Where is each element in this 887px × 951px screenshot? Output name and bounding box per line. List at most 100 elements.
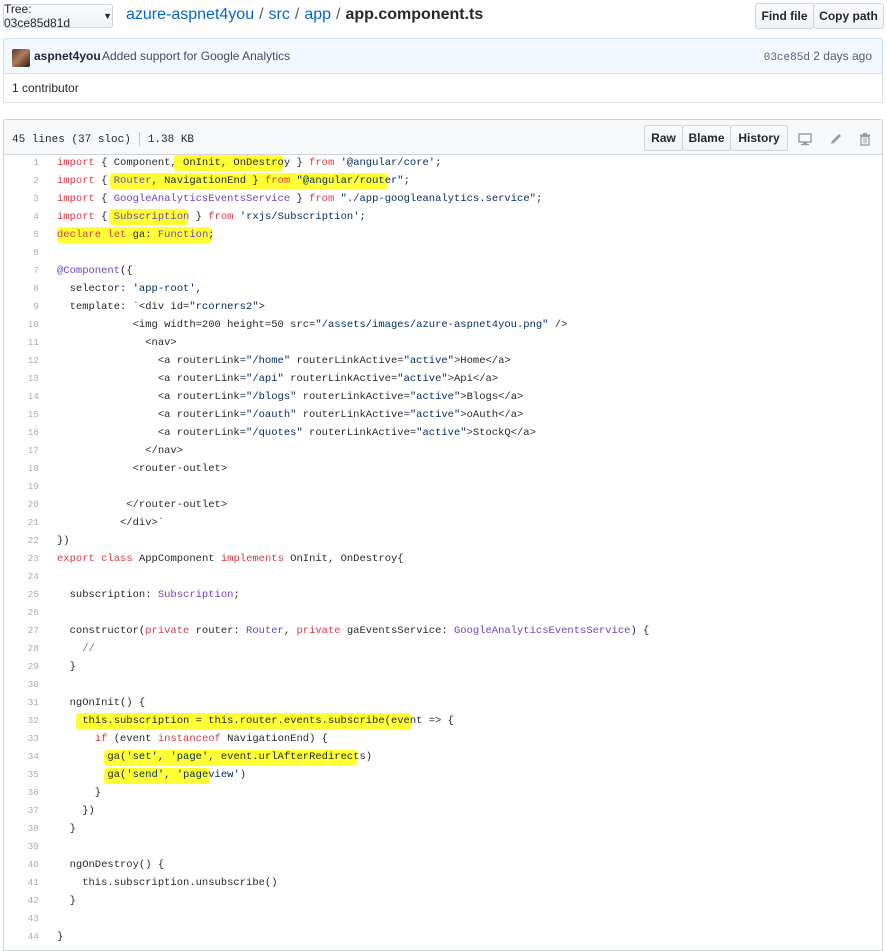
- code-line: 13 <a routerLink="/api" routerLinkActive…: [4, 370, 882, 388]
- avatar[interactable]: [12, 49, 30, 67]
- line-number[interactable]: 14: [4, 388, 39, 406]
- line-number[interactable]: 1: [4, 154, 39, 172]
- code-line: 33 if (event instanceof NavigationEnd) {: [4, 730, 882, 748]
- line-number[interactable]: 40: [4, 856, 39, 874]
- line-number[interactable]: 17: [4, 442, 39, 460]
- commit-message[interactable]: Added support for Google Analytics: [102, 49, 290, 63]
- line-number[interactable]: 20: [4, 496, 39, 514]
- line-number[interactable]: 13: [4, 370, 39, 388]
- code-text: }: [57, 787, 102, 799]
- code-line: 19: [4, 478, 882, 496]
- file-info: 45 lines (37 sloc) 1.38 KB: [12, 132, 194, 146]
- commit-sha[interactable]: 03ce85d: [764, 52, 810, 64]
- code-line: 1 import { Component, OnInit, OnDestroy }…: [4, 154, 882, 172]
- breadcrumb-separator: /: [336, 6, 341, 23]
- branch-select-button[interactable]: Tree: 03ce85d81d ▼: [3, 2, 113, 30]
- code-text: }: [57, 895, 76, 907]
- line-number[interactable]: 22: [4, 532, 39, 550]
- code-view[interactable]: 1 import { Component, OnInit, OnDestroy }…: [3, 154, 883, 951]
- line-number[interactable]: 35: [4, 766, 39, 784]
- line-number[interactable]: 16: [4, 424, 39, 442]
- line-number[interactable]: 34: [4, 748, 39, 766]
- commit-sha-age: 03ce85d 2 days ago: [764, 49, 872, 64]
- line-number[interactable]: 28: [4, 640, 39, 658]
- line-number[interactable]: 18: [4, 460, 39, 478]
- line-number[interactable]: 43: [4, 910, 39, 928]
- pencil-icon[interactable]: [829, 132, 843, 146]
- line-number[interactable]: 31: [4, 694, 39, 712]
- find-file-button[interactable]: Find file: [755, 3, 814, 29]
- line-number[interactable]: 4: [4, 208, 39, 226]
- code-line: 20 </router-outlet>: [4, 496, 882, 514]
- line-number[interactable]: 32: [4, 712, 39, 730]
- commit-author[interactable]: aspnet4you: [34, 49, 101, 63]
- code-text: </router-outlet>: [57, 499, 228, 511]
- line-number[interactable]: 44: [4, 928, 39, 946]
- latest-commit-bar: aspnet4you Added support for Google Anal…: [3, 38, 883, 74]
- line-number[interactable]: 8: [4, 280, 39, 298]
- line-number[interactable]: 30: [4, 676, 39, 694]
- line-number[interactable]: 42: [4, 892, 39, 910]
- code-line: 14 <a routerLink="/blogs" routerLinkActi…: [4, 388, 882, 406]
- line-number[interactable]: 39: [4, 838, 39, 856]
- code-text: constructor(private router: Router, priv…: [57, 625, 650, 637]
- trash-icon[interactable]: [858, 132, 872, 146]
- copy-path-button[interactable]: Copy path: [813, 3, 884, 29]
- code-line: 17 </nav>: [4, 442, 882, 460]
- code-text: ga('set', 'page', event.urlAfterRedirect…: [57, 751, 373, 763]
- code-text: </nav>: [57, 445, 184, 457]
- blame-button[interactable]: Blame: [682, 125, 731, 151]
- line-number[interactable]: 26: [4, 604, 39, 622]
- line-number[interactable]: 29: [4, 658, 39, 676]
- code-text: import { Component, OnInit, OnDestroy } …: [57, 157, 442, 169]
- code-line: 4 import { Subscription } from 'rxjs/Subs…: [4, 208, 882, 226]
- breadcrumb-app-link[interactable]: app: [304, 6, 331, 23]
- code-line: 7 @Component({: [4, 262, 882, 280]
- line-number[interactable]: 37: [4, 802, 39, 820]
- history-button[interactable]: History: [730, 125, 788, 151]
- line-number[interactable]: 27: [4, 622, 39, 640]
- code-line: 10 <img width=200 height=50 src="/assets…: [4, 316, 882, 334]
- code-text: subscription: Subscription;: [57, 589, 240, 601]
- breadcrumb-repo-link[interactable]: azure-aspnet4you: [126, 6, 254, 23]
- desktop-icon[interactable]: [798, 132, 812, 146]
- line-number[interactable]: 19: [4, 478, 39, 496]
- line-number[interactable]: 5: [4, 226, 39, 244]
- code-line: 25 subscription: Subscription;: [4, 586, 882, 604]
- line-number[interactable]: 23: [4, 550, 39, 568]
- line-number[interactable]: 38: [4, 820, 39, 838]
- code-text: export class AppComponent implements OnI…: [57, 553, 404, 565]
- line-number[interactable]: 2: [4, 172, 39, 190]
- line-number[interactable]: 12: [4, 352, 39, 370]
- line-number[interactable]: 15: [4, 406, 39, 424]
- line-number[interactable]: 25: [4, 586, 39, 604]
- code-text: template: `<div id="rcorners2">: [57, 301, 265, 313]
- line-number[interactable]: 21: [4, 514, 39, 532]
- code-text: if (event instanceof NavigationEnd) {: [94, 733, 328, 745]
- breadcrumb-separator: /: [259, 6, 264, 23]
- breadcrumb-current-file: app.component.ts: [345, 6, 484, 23]
- breadcrumb-separator: /: [294, 6, 300, 23]
- line-number[interactable]: 11: [4, 334, 39, 352]
- line-number[interactable]: 9: [4, 298, 39, 316]
- line-number[interactable]: 41: [4, 874, 39, 892]
- code-text: }: [57, 661, 76, 673]
- line-number[interactable]: 24: [4, 568, 39, 586]
- code-text: }: [57, 931, 64, 943]
- breadcrumb-src-link[interactable]: src: [269, 6, 290, 23]
- raw-button[interactable]: Raw: [644, 125, 683, 151]
- code-text: ga('send', 'pageview'): [57, 769, 247, 781]
- line-number[interactable]: 10: [4, 316, 39, 334]
- line-number[interactable]: 33: [4, 730, 39, 748]
- line-number[interactable]: 3: [4, 190, 39, 208]
- line-number[interactable]: 7: [4, 262, 39, 280]
- line-number[interactable]: 6: [4, 244, 39, 262]
- code-text: <a routerLink="/blogs" routerLinkActive=…: [57, 391, 524, 403]
- code-line: 22}): [4, 532, 882, 550]
- line-number[interactable]: 36: [4, 784, 39, 802]
- code-line: 39: [4, 838, 882, 856]
- contributors-count[interactable]: 1 contributor: [3, 73, 883, 103]
- code-line: 23 export class AppComponent implements O…: [4, 550, 882, 568]
- code-text: ngOnDestroy() {: [57, 859, 165, 871]
- code-line: 21 </div>`: [4, 514, 882, 532]
